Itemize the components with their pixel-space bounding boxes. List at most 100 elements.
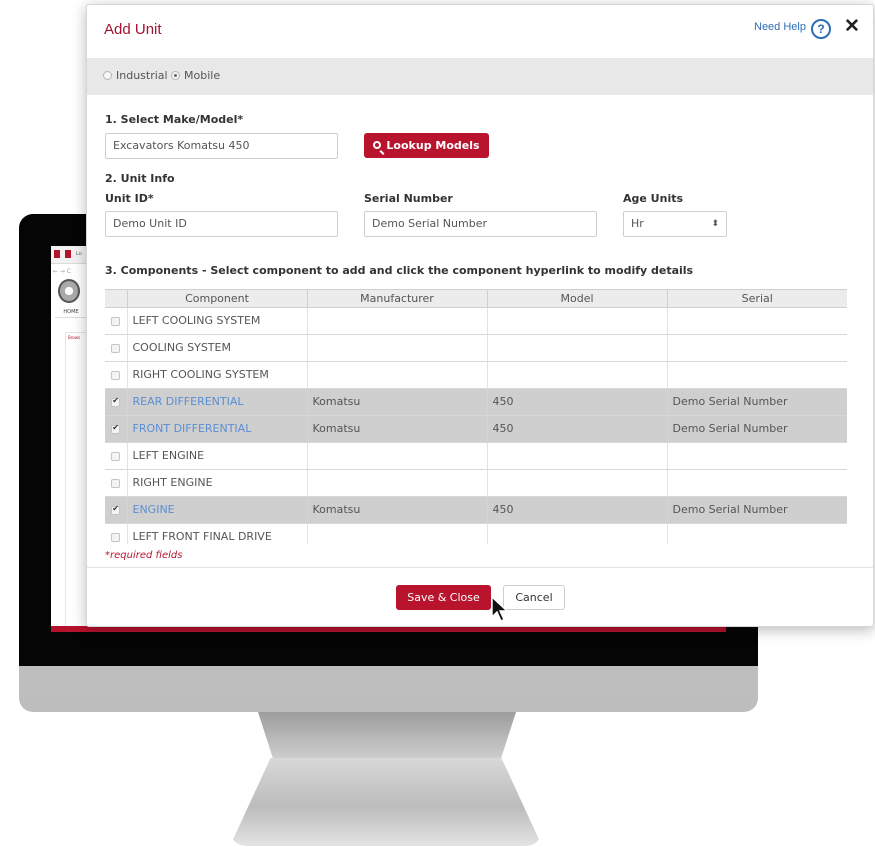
row-checkbox[interactable]: [111, 532, 121, 542]
age-units-label: Age Units: [623, 192, 684, 205]
component-link[interactable]: REAR DIFFERENTIAL: [127, 388, 308, 416]
serial-cell: [667, 523, 847, 544]
components-section-label: 3. Components - Select component to add …: [105, 264, 694, 277]
component-cell[interactable]: RIGHT ENGINE: [127, 469, 308, 497]
components-table: Component Manufacturer Model Serial LEFT…: [105, 289, 847, 544]
column-header-model[interactable]: Model: [487, 290, 668, 308]
row-checkbox-cell[interactable]: [105, 361, 128, 389]
footer-divider: [87, 567, 873, 568]
model-cell: [487, 469, 668, 497]
serial-cell: [667, 361, 847, 389]
serial-cell: [667, 442, 847, 470]
row-checkbox-cell[interactable]: [105, 307, 128, 335]
monitor-neck: [258, 712, 516, 760]
make-model-section-label: 1. Select Make/Model*: [105, 113, 244, 126]
model-cell: [487, 361, 668, 389]
component-cell[interactable]: LEFT COOLING SYSTEM: [127, 307, 308, 335]
unit-id-input[interactable]: Demo Unit ID: [105, 211, 338, 237]
help-icon[interactable]: ?: [811, 19, 831, 39]
model-cell: [487, 334, 668, 362]
table-row[interactable]: COOLING SYSTEM: [105, 334, 847, 362]
model-cell: [487, 442, 668, 470]
make-model-input[interactable]: Excavators Komatsu 450: [105, 133, 338, 159]
manufacturer-cell: [307, 307, 488, 335]
lookup-models-button[interactable]: Lookup Models: [364, 133, 489, 158]
required-fields-note: *required fields: [105, 550, 183, 561]
mouse-cursor-icon: [491, 595, 509, 622]
manufacturer-cell: [307, 442, 488, 470]
row-checkbox-checked[interactable]: [111, 504, 121, 515]
serial-number-label: Serial Number: [364, 192, 453, 205]
company-logo: [58, 279, 80, 303]
components-grid: Component Manufacturer Model Serial LEFT…: [105, 290, 847, 544]
checkbox-column-header: [105, 290, 128, 308]
model-cell: 450: [487, 388, 668, 416]
unit-type-bar: Industrial Mobile: [87, 58, 873, 95]
unit-id-label: Unit ID*: [105, 192, 154, 205]
table-row[interactable]: LEFT FRONT FINAL DRIVE: [105, 523, 847, 544]
component-cell[interactable]: LEFT ENGINE: [127, 442, 308, 470]
component-link[interactable]: ENGINE: [127, 496, 308, 524]
radio-mobile-label[interactable]: Mobile: [184, 69, 220, 82]
table-row-selected[interactable]: REAR DIFFERENTIAL Komatsu 450 Demo Seria…: [105, 388, 847, 416]
serial-cell: Demo Serial Number: [667, 415, 847, 443]
row-checkbox-checked[interactable]: [111, 423, 121, 434]
table-row-selected[interactable]: ENGINE Komatsu 450 Demo Serial Number: [105, 496, 847, 524]
row-checkbox[interactable]: [111, 478, 121, 488]
select-caret-icon: ⬍: [711, 219, 719, 229]
model-cell: 450: [487, 415, 668, 443]
table-header-row: Component Manufacturer Model Serial: [105, 290, 847, 308]
model-cell: [487, 523, 668, 544]
row-checkbox[interactable]: [111, 370, 121, 380]
unit-info-section-label: 2. Unit Info: [105, 172, 175, 185]
close-icon[interactable]: ✕: [844, 16, 860, 38]
age-units-value: Hr: [631, 217, 644, 230]
row-checkbox-cell[interactable]: [105, 415, 128, 443]
row-checkbox-cell[interactable]: [105, 496, 128, 524]
lookup-models-label: Lookup Models: [386, 139, 480, 152]
serial-cell: [667, 334, 847, 362]
component-cell[interactable]: COOLING SYSTEM: [127, 334, 308, 362]
table-row[interactable]: RIGHT COOLING SYSTEM: [105, 361, 847, 389]
manufacturer-cell: Komatsu: [307, 415, 488, 443]
table-row[interactable]: LEFT COOLING SYSTEM: [105, 307, 847, 335]
row-checkbox-cell[interactable]: [105, 388, 128, 416]
serial-number-input[interactable]: Demo Serial Number: [364, 211, 597, 237]
component-cell[interactable]: RIGHT COOLING SYSTEM: [127, 361, 308, 389]
stage: Lo ← → C HOME Brows Add Unit Need Help ?…: [0, 0, 875, 847]
radio-mobile[interactable]: [171, 71, 180, 80]
column-header-manufacturer[interactable]: Manufacturer: [307, 290, 488, 308]
row-checkbox-checked[interactable]: [111, 396, 121, 407]
row-checkbox-cell[interactable]: [105, 523, 128, 544]
need-help-link[interactable]: Need Help: [754, 21, 806, 33]
serial-cell: [667, 469, 847, 497]
serial-cell: [667, 307, 847, 335]
row-checkbox-cell[interactable]: [105, 442, 128, 470]
row-checkbox[interactable]: [111, 343, 121, 353]
table-row[interactable]: RIGHT ENGINE: [105, 469, 847, 497]
manufacturer-cell: [307, 523, 488, 544]
modal-header: Add Unit Need Help ? ✕: [87, 5, 873, 55]
radio-industrial[interactable]: [103, 71, 112, 80]
row-checkbox-cell[interactable]: [105, 469, 128, 497]
age-units-select[interactable]: Hr ⬍: [623, 211, 727, 237]
model-cell: 450: [487, 496, 668, 524]
browser-tab: [54, 250, 60, 258]
save-close-button[interactable]: Save & Close: [396, 585, 491, 610]
manufacturer-cell: [307, 361, 488, 389]
browser-tab: [65, 250, 71, 258]
table-row[interactable]: LEFT ENGINE: [105, 442, 847, 470]
model-cell: [487, 307, 668, 335]
component-cell[interactable]: LEFT FRONT FINAL DRIVE: [127, 523, 308, 544]
component-link[interactable]: FRONT DIFFERENTIAL: [127, 415, 308, 443]
column-header-serial[interactable]: Serial: [667, 290, 847, 308]
row-checkbox[interactable]: [111, 316, 121, 326]
search-icon: [373, 141, 382, 149]
screen-nav-home: HOME: [55, 306, 87, 318]
radio-industrial-label[interactable]: Industrial: [116, 69, 168, 82]
monitor-stand: [230, 758, 542, 846]
column-header-component[interactable]: Component: [127, 290, 308, 308]
table-row-selected[interactable]: FRONT DIFFERENTIAL Komatsu 450 Demo Seri…: [105, 415, 847, 443]
row-checkbox-cell[interactable]: [105, 334, 128, 362]
row-checkbox[interactable]: [111, 451, 121, 461]
